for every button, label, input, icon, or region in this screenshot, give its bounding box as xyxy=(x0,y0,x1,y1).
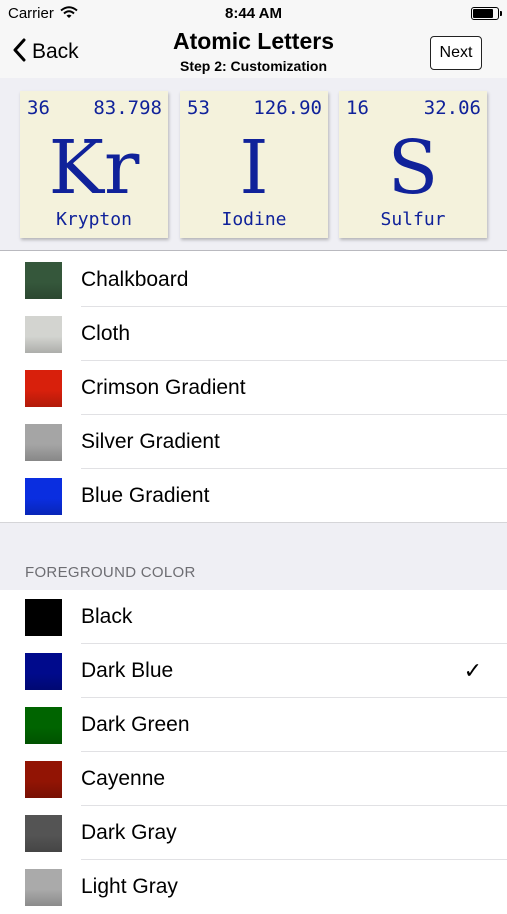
foreground-option-dark-green[interactable]: Dark Green xyxy=(0,698,507,752)
foreground-options-list: Black Dark Blue ✓ Dark Green Cayenne Dar… xyxy=(0,590,507,914)
foreground-option-black[interactable]: Black xyxy=(0,590,507,644)
background-option-blue-gradient[interactable]: Blue Gradient xyxy=(0,469,507,523)
status-bar: Carrier 8:44 AM xyxy=(0,0,507,28)
color-swatch xyxy=(25,707,62,744)
element-symbol: Kr xyxy=(48,125,140,211)
background-option-silver-gradient[interactable]: Silver Gradient xyxy=(0,415,507,469)
option-label: Dark Blue xyxy=(81,659,174,682)
element-symbol: I xyxy=(239,125,269,211)
letters-preview: 36 83.798 Kr Krypton 53 126.90 I Iodine … xyxy=(0,78,507,251)
option-label: Light Gray xyxy=(81,875,178,898)
color-swatch xyxy=(25,599,62,636)
foreground-option-dark-blue[interactable]: Dark Blue ✓ xyxy=(0,644,507,698)
atomic-number: 16 xyxy=(346,97,369,119)
battery-icon xyxy=(471,7,502,20)
color-swatch xyxy=(25,370,62,407)
option-label: Cloth xyxy=(81,322,131,345)
element-tile-krypton: 36 83.798 Kr Krypton xyxy=(20,91,168,238)
color-swatch xyxy=(25,478,62,515)
element-tile-sulfur: 16 32.06 S Sulfur xyxy=(339,91,487,238)
color-swatch xyxy=(25,653,62,690)
option-label: Cayenne xyxy=(81,767,166,790)
atomic-mass: 126.90 xyxy=(253,97,322,119)
navigation-bar: Back Atomic Letters Step 2: Customizatio… xyxy=(0,28,507,78)
element-name: Iodine xyxy=(221,209,287,230)
background-option-crimson-gradient[interactable]: Crimson Gradient xyxy=(0,361,507,415)
element-name: Krypton xyxy=(56,209,132,230)
atomic-mass: 83.798 xyxy=(93,97,162,119)
option-label: Black xyxy=(81,605,133,628)
color-swatch xyxy=(25,316,62,353)
foreground-section-header-band: FOREGROUND COLOR xyxy=(0,522,507,592)
foreground-option-dark-gray[interactable]: Dark Gray xyxy=(0,806,507,860)
background-options-list: Chalkboard Cloth Crimson Gradient Silver… xyxy=(0,253,507,523)
color-swatch xyxy=(25,424,62,461)
option-label: Dark Green xyxy=(81,713,190,736)
color-swatch xyxy=(25,262,62,299)
option-label: Dark Gray xyxy=(81,821,177,844)
element-symbol: S xyxy=(387,125,439,211)
status-time: 8:44 AM xyxy=(225,5,282,22)
element-tile-iodine: 53 126.90 I Iodine xyxy=(180,91,328,238)
foreground-option-light-gray[interactable]: Light Gray xyxy=(0,860,507,914)
checkmark-icon: ✓ xyxy=(463,658,482,683)
background-option-cloth[interactable]: Cloth xyxy=(0,307,507,361)
atomic-number: 53 xyxy=(187,97,210,119)
color-swatch xyxy=(25,815,62,852)
next-button[interactable]: Next xyxy=(430,36,482,70)
foreground-option-cayenne[interactable]: Cayenne xyxy=(0,752,507,806)
section-header-foreground-color: FOREGROUND COLOR xyxy=(25,564,196,581)
background-option-chalkboard[interactable]: Chalkboard xyxy=(0,253,507,307)
option-label: Chalkboard xyxy=(81,268,189,291)
atomic-mass: 32.06 xyxy=(423,97,481,119)
option-label: Blue Gradient xyxy=(81,484,210,507)
color-swatch xyxy=(25,761,62,798)
color-swatch xyxy=(25,869,62,906)
element-name: Sulfur xyxy=(380,209,446,230)
option-label: Silver Gradient xyxy=(81,430,220,453)
atomic-number: 36 xyxy=(27,97,50,119)
option-label: Crimson Gradient xyxy=(81,376,246,399)
